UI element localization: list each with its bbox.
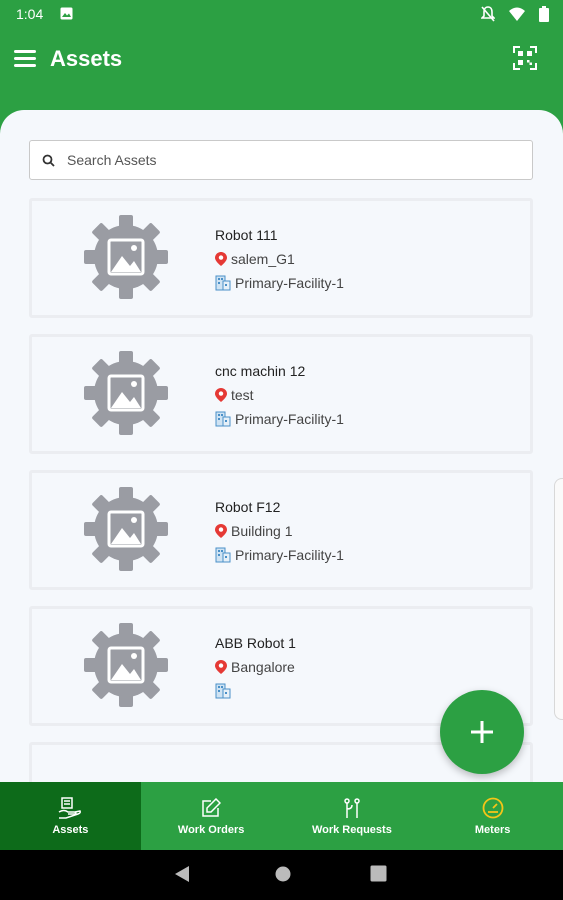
search-box[interactable]: [29, 140, 533, 180]
location-pin-icon: [215, 252, 227, 266]
meters-icon: [482, 796, 504, 820]
nav-label: Work Orders: [177, 824, 245, 836]
status-bar: 1:04: [0, 0, 563, 28]
asset-location: Building 1: [231, 523, 293, 539]
status-time: 1:04: [16, 6, 44, 22]
asset-placeholder-image-icon: [84, 623, 168, 707]
asset-placeholder-image-icon: [84, 487, 168, 571]
asset-facility: Primary-Facility-1: [235, 275, 344, 291]
asset-location: test: [231, 387, 254, 403]
asset-placeholder-image-icon: [84, 215, 168, 299]
location-pin-icon: [215, 388, 227, 402]
asset-name: ABB Robot 1: [215, 635, 296, 651]
recent-apps-icon[interactable]: [370, 865, 387, 887]
search-input[interactable]: [65, 151, 509, 169]
add-asset-button[interactable]: [440, 690, 524, 774]
nav-tab-assets[interactable]: Assets: [0, 782, 141, 850]
asset-placeholder-image-icon: [84, 351, 168, 435]
building-icon: [215, 275, 231, 291]
asset-location: Bangalore: [231, 659, 295, 675]
nav-tab-meters[interactable]: Meters: [422, 782, 563, 850]
asset-facility: Primary-Facility-1: [235, 411, 344, 427]
building-icon: [215, 411, 231, 427]
building-icon: [215, 683, 231, 699]
scroll-indicator[interactable]: [554, 478, 563, 720]
building-icon: [215, 547, 231, 563]
work-orders-icon: [201, 796, 222, 820]
asset-name: Robot F12: [215, 499, 281, 515]
plus-icon: [471, 721, 493, 743]
home-icon[interactable]: [274, 865, 292, 888]
nav-label: Work Requests: [311, 824, 392, 836]
page-title: Assets: [50, 46, 123, 71]
location-pin-icon: [215, 660, 227, 674]
qr-scan-icon[interactable]: [513, 46, 537, 70]
search-icon: [42, 154, 55, 167]
work-requests-icon: [342, 796, 362, 820]
photo-notification-icon: [60, 7, 73, 23]
asset-card[interactable]: Robot 111 salem_G1 Primary-Facility-1: [29, 198, 533, 318]
wifi-icon: [509, 7, 525, 24]
nav-tab-work-orders[interactable]: Work Orders: [141, 782, 282, 850]
asset-list-panel: Robot 111 salem_G1 Primary-Facility-1: [0, 110, 563, 782]
asset-card[interactable]: Robot F12 Building 1 Primary-Facility-1: [29, 470, 533, 590]
asset-name: cnc machin 12: [215, 363, 306, 379]
notifications-off-icon: [480, 6, 496, 25]
status-icons: [480, 6, 549, 25]
asset-facility: Primary-Facility-1: [235, 547, 344, 563]
nav-label: Meters: [474, 824, 511, 836]
location-pin-icon: [215, 524, 227, 538]
battery-icon: [539, 6, 549, 25]
menu-icon[interactable]: [14, 50, 36, 68]
asset-name: Robot 111: [215, 227, 278, 243]
asset-location: salem_G1: [231, 251, 295, 267]
bottom-navigation: Assets Work Orders Work Requests Meters: [0, 782, 563, 850]
nav-tab-work-requests[interactable]: Work Requests: [282, 782, 423, 850]
assets-icon: [58, 796, 82, 820]
nav-label: Assets: [52, 824, 89, 836]
app-bar: Assets: [0, 28, 563, 90]
system-navigation-bar: [0, 850, 563, 900]
asset-card[interactable]: cnc machin 12 test Primary-Facility-1: [29, 334, 533, 454]
back-icon[interactable]: [174, 865, 190, 888]
